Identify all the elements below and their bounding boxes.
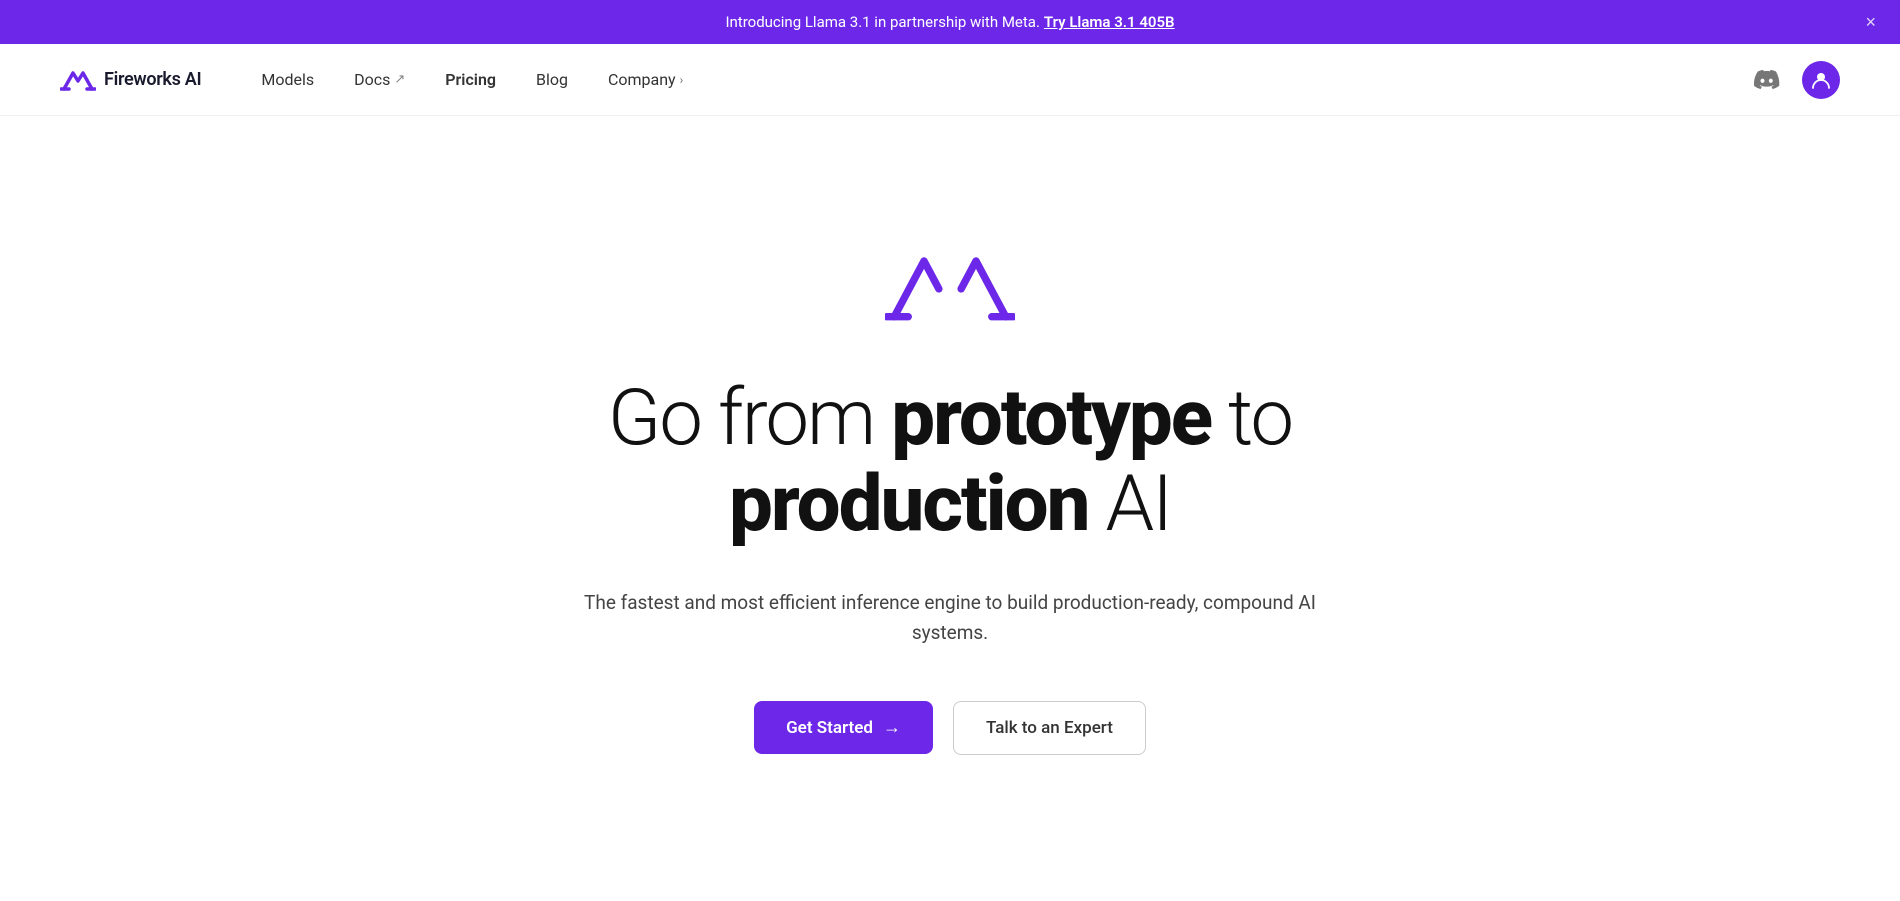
hero-logo — [885, 242, 1015, 336]
logo-text: Fireworks AI — [104, 69, 201, 90]
arrow-icon: → — [883, 717, 901, 738]
logo-icon — [60, 67, 96, 93]
nav-item-blog[interactable]: Blog — [536, 70, 568, 89]
chevron-down-icon: › — [680, 73, 684, 87]
hero-section: Go from prototype to production AI The f… — [0, 116, 1900, 901]
hero-title: Go from prototype to production AI — [500, 376, 1400, 548]
nav-right — [1748, 61, 1840, 99]
logo-link[interactable]: Fireworks AI — [60, 67, 201, 93]
banner-text: Introducing Llama 3.1 in partnership wit… — [725, 13, 1039, 31]
nav-item-pricing[interactable]: Pricing — [445, 70, 496, 89]
external-link-icon: ↗ — [394, 72, 405, 87]
hero-subtitle: The fastest and most efficient inference… — [580, 588, 1320, 649]
nav-links: Models Docs ↗ Pricing Blog Company › — [261, 70, 1748, 89]
user-avatar-button[interactable] — [1802, 61, 1840, 99]
nav-item-company[interactable]: Company › — [608, 70, 683, 89]
discord-button[interactable] — [1748, 61, 1786, 99]
banner-link[interactable]: Try Llama 3.1 405B — [1044, 13, 1175, 31]
announcement-banner: Introducing Llama 3.1 in partnership wit… — [0, 0, 1900, 44]
navbar: Fireworks AI Models Docs ↗ Pricing Blog … — [0, 44, 1900, 116]
banner-close-button[interactable]: × — [1865, 12, 1876, 33]
talk-to-expert-button[interactable]: Talk to an Expert — [953, 701, 1146, 755]
hero-cta-group: Get Started → Talk to an Expert — [754, 701, 1146, 755]
nav-item-models[interactable]: Models — [261, 70, 314, 89]
get-started-button[interactable]: Get Started → — [754, 701, 933, 754]
nav-item-docs[interactable]: Docs ↗ — [354, 70, 405, 89]
